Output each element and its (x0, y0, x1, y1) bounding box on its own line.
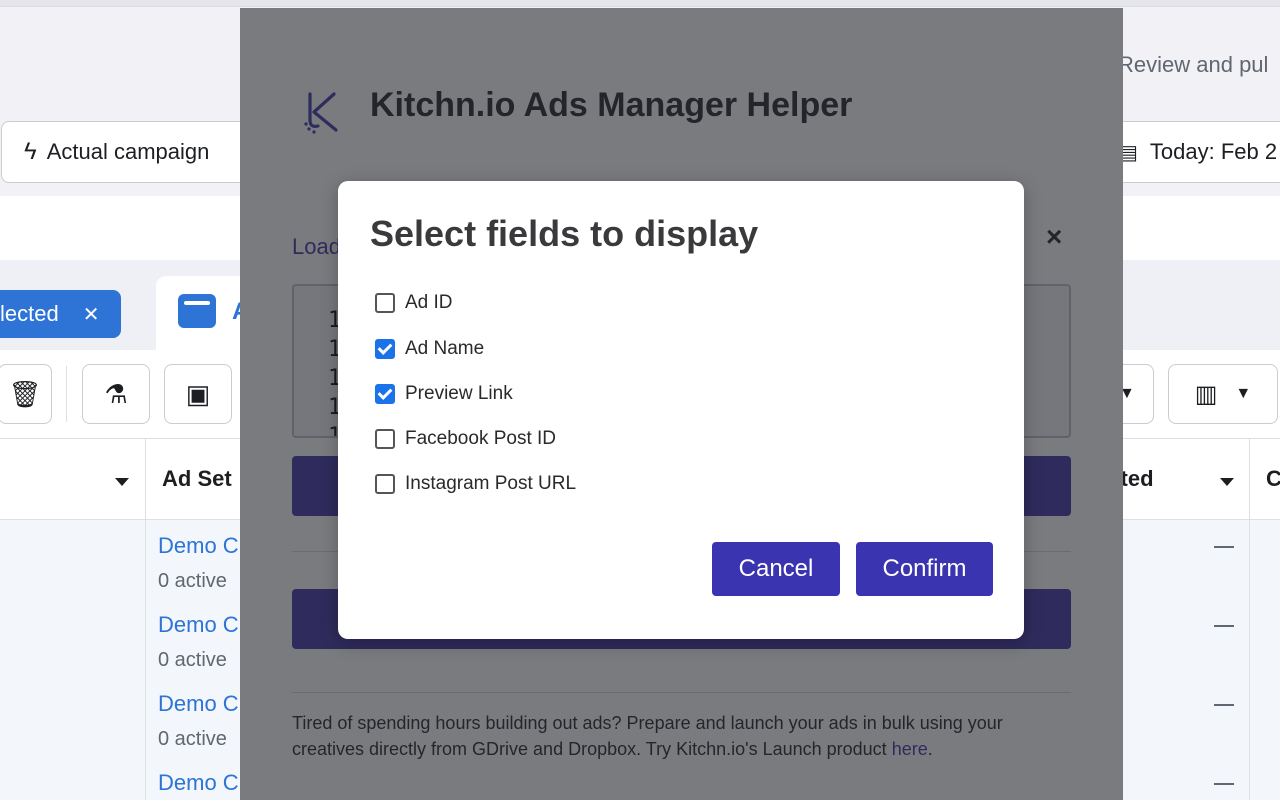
column-divider (1249, 438, 1250, 800)
checkbox[interactable] (375, 339, 395, 359)
select-fields-modal: Select fields to display Ad ID Ad Name P… (338, 181, 1024, 639)
close-icon[interactable]: × (1046, 221, 1062, 253)
checkbox[interactable] (375, 293, 395, 313)
field-option-ad-name[interactable]: Ad Name (375, 336, 484, 362)
image-icon: ▣ (185, 378, 211, 409)
row-dash (1214, 783, 1234, 785)
column-header-ad-set[interactable]: Ad Set (162, 466, 232, 492)
row-dash (1214, 546, 1234, 548)
field-option-ad-id[interactable]: Ad ID (375, 290, 453, 316)
row-status: 0 active (158, 649, 227, 671)
sort-caret-icon[interactable] (115, 478, 129, 486)
selected-chip[interactable]: lected ✕ (0, 290, 121, 338)
row-dash (1214, 625, 1234, 627)
reports-icon: ▥ (1194, 380, 1218, 408)
promo-link[interactable]: here (892, 739, 928, 759)
chevron-down-icon: ▼ (1235, 385, 1252, 402)
date-range-label: Today: Feb 2 (1149, 139, 1278, 164)
flask-icon: ⚗ (104, 378, 128, 409)
creative-button[interactable]: ▣ (164, 364, 232, 424)
row-status: 0 active (158, 570, 227, 592)
field-label: Ad Name (405, 338, 485, 359)
field-option-preview-link[interactable]: Preview Link (375, 381, 513, 407)
campaign-filter-label: Actual campaign (46, 139, 210, 164)
field-label: Facebook Post ID (405, 428, 557, 449)
panel-title: Kitchn.io Ads Manager Helper (370, 86, 853, 124)
field-label: Preview Link (405, 383, 513, 404)
checkbox[interactable] (375, 474, 395, 494)
field-option-facebook-post-id[interactable]: Facebook Post ID (375, 426, 556, 452)
delete-button[interactable]: 🗑 (0, 364, 52, 424)
row-link[interactable]: Demo C (158, 770, 239, 796)
selected-chip-label: lected (0, 301, 59, 326)
field-option-instagram-post-url[interactable]: Instagram Post URL (375, 471, 576, 497)
row-status: 0 active (158, 728, 227, 750)
field-label: Instagram Post URL (405, 473, 577, 494)
sort-caret-icon[interactable] (1220, 478, 1234, 486)
divider (292, 692, 1071, 693)
checkbox[interactable] (375, 429, 395, 449)
ads-tab-icon (178, 294, 216, 328)
selected-chip-close-icon[interactable]: ✕ (83, 302, 100, 327)
promo-footer: Tired of spending hours building out ads… (292, 710, 1052, 762)
row-link[interactable]: Demo C (158, 533, 239, 559)
lightning-icon: ϟ (24, 138, 37, 165)
load-link[interactable]: Load (292, 234, 341, 260)
trash-icon: 🗑 (8, 378, 42, 409)
cancel-button[interactable]: Cancel (712, 542, 840, 596)
row-link[interactable]: Demo C (158, 612, 239, 638)
checkbox[interactable] (375, 384, 395, 404)
promo-end: . (927, 739, 933, 759)
date-range-button[interactable]: ▤ Today: Feb 2 (1110, 121, 1280, 183)
column-divider (145, 438, 146, 800)
field-label: Ad ID (405, 292, 453, 313)
row-link[interactable]: Demo C (158, 691, 239, 717)
review-and-publish-label[interactable]: Review and pul (1118, 52, 1268, 78)
kitchn-logo-icon (304, 92, 338, 134)
toolbar-divider (66, 366, 67, 422)
column-header-last[interactable]: C (1266, 466, 1280, 492)
campaign-filter-button[interactable]: ϟ Actual campaign (1, 121, 261, 183)
ab-test-button[interactable]: ⚗ (82, 364, 150, 424)
reports-button[interactable]: ▥ ▼ (1168, 364, 1278, 424)
row-dash (1214, 704, 1234, 706)
modal-title: Select fields to display (370, 213, 759, 254)
confirm-button[interactable]: Confirm (856, 542, 993, 596)
